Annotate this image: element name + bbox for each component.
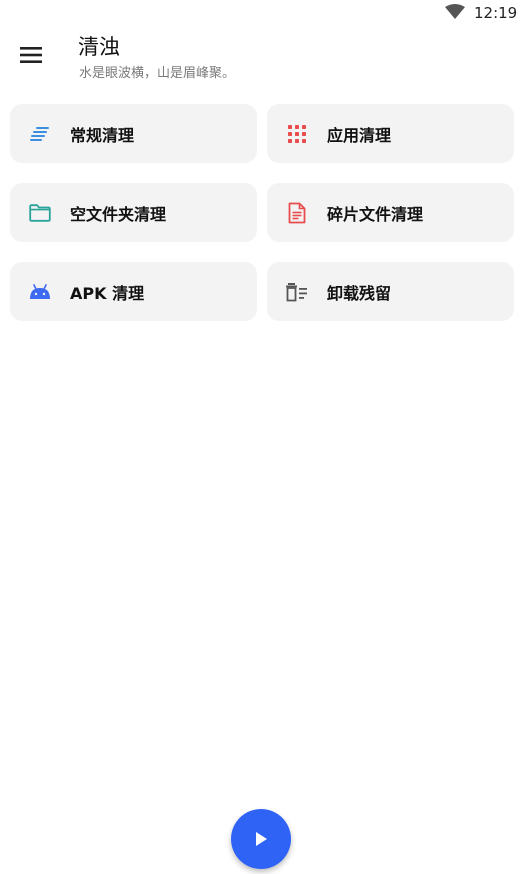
card-label: APK 清理 — [70, 283, 145, 303]
app-title: 清浊 — [78, 35, 120, 59]
menu-button[interactable] — [14, 38, 48, 72]
card-label: 碎片文件清理 — [327, 204, 424, 224]
card-general-clean[interactable]: 常规清理 — [10, 104, 257, 163]
status-bar: 12:19 — [0, 0, 520, 26]
lines-icon — [29, 123, 51, 145]
app-subtitle: 水是眼波横，山是眉峰聚。 — [79, 66, 236, 81]
card-empty-folder-clean[interactable]: 空文件夹清理 — [10, 183, 257, 242]
card-uninstall-residue[interactable]: 卸载残留 — [267, 262, 514, 321]
delete-list-icon — [286, 281, 308, 303]
apps-grid-icon — [286, 123, 308, 145]
card-apk-clean[interactable]: APK 清理 — [10, 262, 257, 321]
card-label: 常规清理 — [70, 125, 135, 145]
play-icon — [256, 832, 267, 846]
document-icon — [286, 202, 308, 224]
folder-icon — [29, 202, 51, 224]
status-time: 12:19 — [474, 4, 518, 22]
start-button[interactable] — [231, 809, 291, 869]
android-icon — [29, 281, 51, 303]
card-label: 应用清理 — [327, 125, 392, 145]
wifi-icon — [445, 4, 465, 24]
card-app-clean[interactable]: 应用清理 — [267, 104, 514, 163]
card-fragment-file-clean[interactable]: 碎片文件清理 — [267, 183, 514, 242]
menu-icon — [20, 47, 42, 63]
card-label: 卸载残留 — [327, 283, 392, 303]
card-label: 空文件夹清理 — [70, 204, 167, 224]
